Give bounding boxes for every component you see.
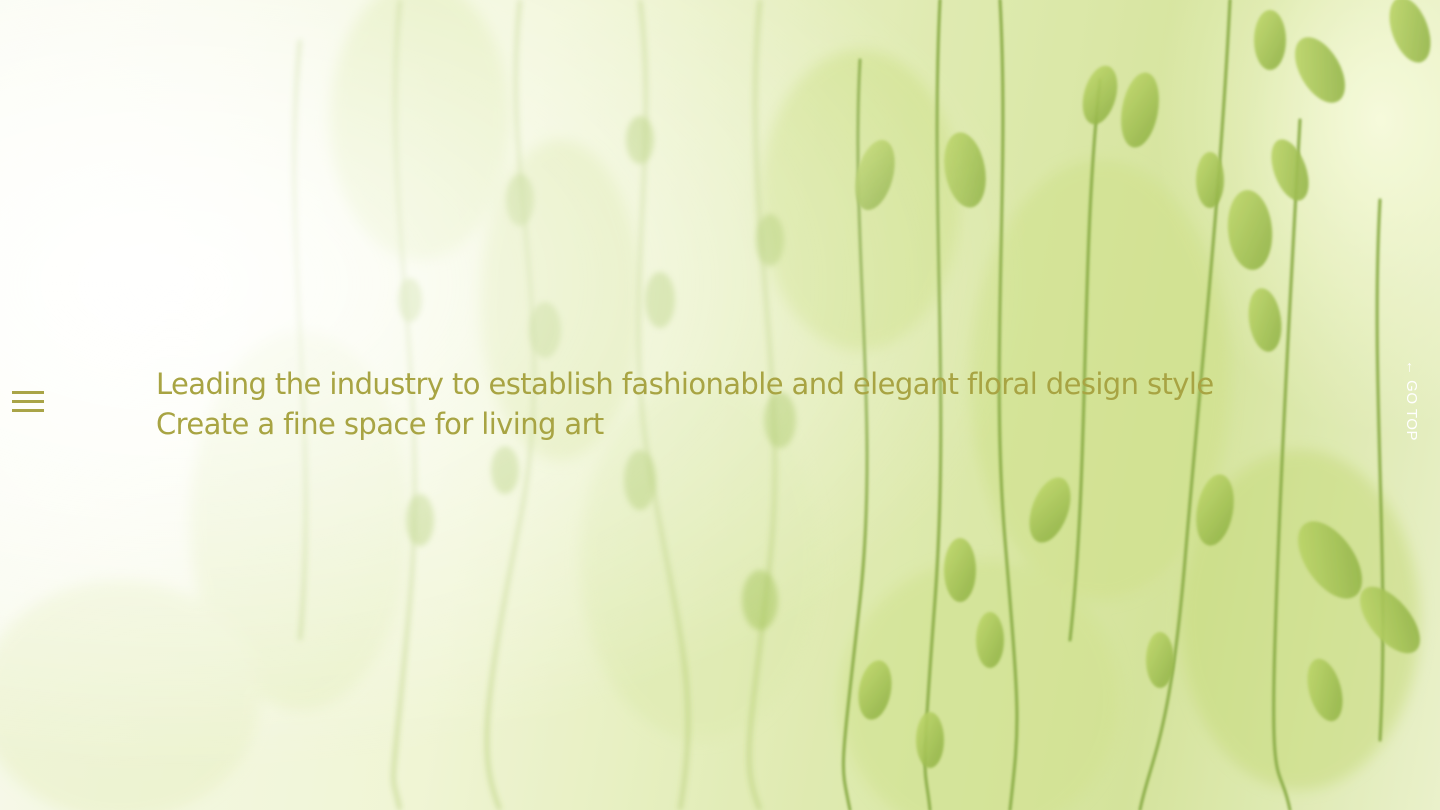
hero-headline-line-1: Leading the industry to establish fashio… (156, 367, 1214, 401)
hero-section: Leading the industry to establish fashio… (0, 0, 1440, 810)
hero-tagline: Leading the industry to establish fashio… (156, 364, 1214, 444)
hamburger-menu-icon-bar (12, 391, 44, 394)
hamburger-menu-icon-bar (12, 400, 44, 403)
go-top-button[interactable]: ← GO TOP (1398, 360, 1426, 456)
go-top-label: GO TOP (1403, 380, 1420, 441)
hamburger-menu-button[interactable] (12, 390, 45, 416)
hamburger-menu-icon-bar (12, 409, 44, 412)
go-top-label-group: ← GO TOP (1402, 360, 1420, 441)
arrow-up-icon: ← (1403, 360, 1420, 376)
hero-headline-line-2: Create a fine space for living art (156, 407, 604, 441)
